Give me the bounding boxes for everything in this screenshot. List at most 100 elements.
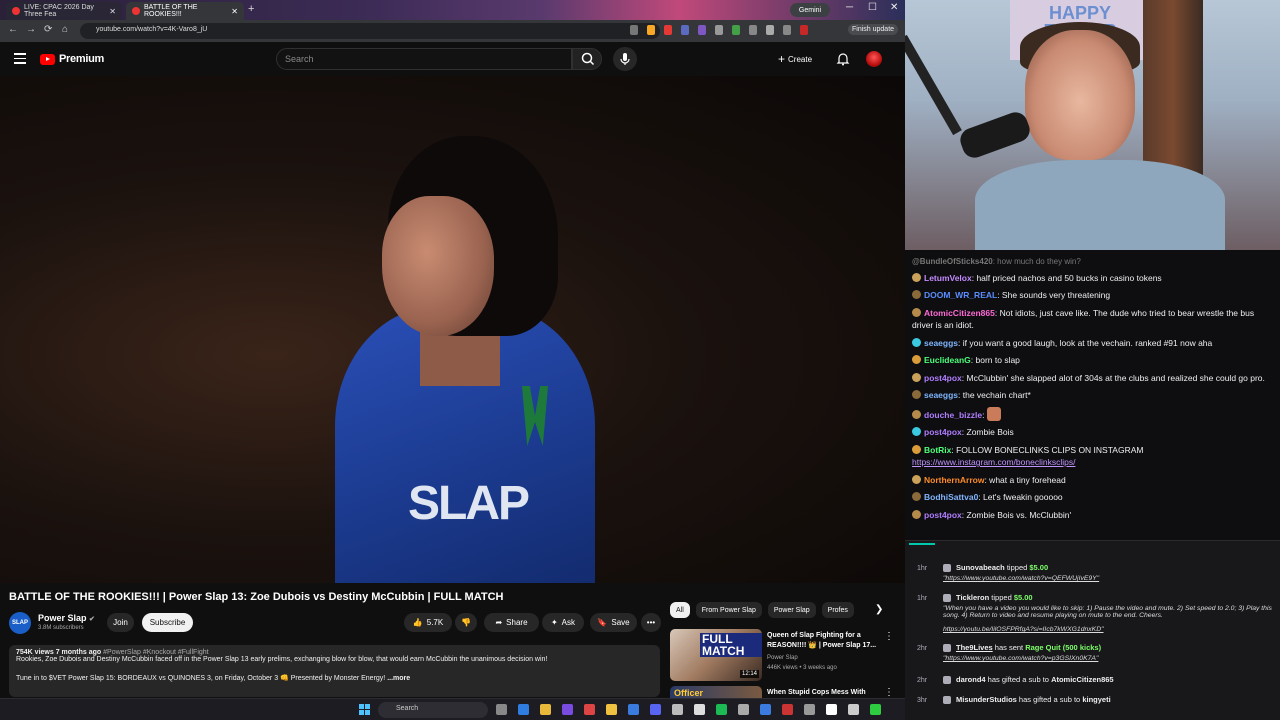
app-icon[interactable] <box>782 704 793 715</box>
create-button[interactable]: + Create <box>778 50 812 68</box>
search-button[interactable] <box>572 48 602 70</box>
browser-tab[interactable]: LIVE: CPAC 2026 Day Three Fea ✕ <box>6 2 122 20</box>
app-icon[interactable] <box>760 704 771 715</box>
chat-username[interactable]: douche_bizzle <box>924 410 982 420</box>
video-player[interactable]: SLAP <box>0 76 905 583</box>
windows-start-icon[interactable] <box>359 704 370 715</box>
chat-username[interactable]: LetumVelox <box>924 273 972 283</box>
close-icon[interactable]: ✕ <box>231 7 238 16</box>
voice-search-button[interactable] <box>613 47 637 71</box>
channel-avatar[interactable]: SLAP <box>9 612 31 634</box>
event-user[interactable]: Tickleron <box>956 593 989 602</box>
chat-username[interactable]: DOOM_WR_REAL <box>924 290 997 300</box>
profile-icon[interactable] <box>800 25 808 35</box>
app-icon[interactable] <box>804 704 815 715</box>
chat-username[interactable]: AtomicCitizen865 <box>924 308 995 318</box>
steam-icon[interactable] <box>628 704 639 715</box>
show-more-link[interactable]: ...more <box>387 675 410 682</box>
event-user[interactable]: MisunderStudios <box>956 695 1017 704</box>
notifications-bell-icon[interactable] <box>836 52 850 71</box>
share-button[interactable]: ➦ Share <box>484 613 539 632</box>
app-icon[interactable] <box>672 704 683 715</box>
app-icon[interactable] <box>870 704 881 715</box>
chat-username[interactable]: BodhiSattva0 <box>924 492 978 502</box>
close-window-button[interactable]: ✕ <box>890 2 898 13</box>
extension-icon[interactable] <box>749 25 757 35</box>
event-user[interactable]: The9Lives <box>956 643 993 652</box>
forward-button[interactable]: → <box>26 24 36 35</box>
reload-button[interactable]: ⟳ <box>44 24 52 35</box>
chat-username[interactable]: post4pox <box>924 373 962 383</box>
chip-power-slap[interactable]: Power Slap <box>767 602 816 618</box>
extension-icon[interactable] <box>732 25 740 35</box>
account-avatar[interactable] <box>866 51 882 67</box>
url-input[interactable]: youtube.com/watch?v=4K-Varo8_jU <box>80 23 660 39</box>
chip-all[interactable]: All <box>670 602 690 618</box>
app-icon[interactable] <box>848 704 859 715</box>
extension-icon[interactable] <box>681 25 689 35</box>
chip-from-power-slap[interactable]: From Power Slap <box>695 602 762 618</box>
chat-username[interactable]: NorthernArrow <box>924 475 984 485</box>
chat-username[interactable]: seaeggs <box>924 338 958 348</box>
chip-professional[interactable]: Profes <box>821 602 854 618</box>
finish-update-button[interactable]: Finish update <box>848 24 899 35</box>
extension-icon[interactable] <box>715 25 723 35</box>
app-icon[interactable] <box>584 704 595 715</box>
menu-icon[interactable] <box>14 53 26 67</box>
back-button[interactable]: ← <box>8 24 18 35</box>
new-tab-button[interactable]: + <box>248 3 254 15</box>
gemini-button[interactable]: Gemini <box>790 3 830 17</box>
app-icon[interactable] <box>738 704 749 715</box>
extension-icon[interactable] <box>698 25 706 35</box>
chat-username[interactable]: BotRix <box>924 445 951 455</box>
minimize-button[interactable]: ─ <box>846 2 853 13</box>
subscribe-button[interactable]: Subscribe <box>142 613 193 632</box>
hashtags[interactable]: #PowerSlap #Knockout #FullFight <box>103 649 208 656</box>
search-input[interactable]: Search <box>276 48 572 70</box>
channel-name[interactable]: Power Slap ✔ <box>38 613 95 623</box>
ask-button[interactable]: ✦ Ask <box>542 613 584 632</box>
chat-username[interactable]: post4pox <box>924 510 962 520</box>
edge-icon[interactable] <box>518 704 529 715</box>
kebab-menu-icon[interactable]: ⋮ <box>884 687 894 698</box>
event-user[interactable]: darond4 <box>956 675 986 684</box>
recommendation-thumbnail[interactable]: FULL MATCH 12:14 <box>670 629 762 681</box>
chrome-icon[interactable] <box>540 704 551 715</box>
spotify-icon[interactable] <box>716 704 727 715</box>
extension-icon[interactable] <box>766 25 774 35</box>
maximize-button[interactable]: ☐ <box>868 2 877 13</box>
description-box[interactable]: 754K views 7 months ago #PowerSlap #Knoc… <box>9 645 660 697</box>
recommendation-title[interactable]: Queen of Slap Fighting for a REASON!!!! … <box>767 631 883 651</box>
dislike-button[interactable]: 👎 <box>455 613 477 632</box>
discord-icon[interactable] <box>650 704 661 715</box>
app-icon[interactable] <box>562 704 573 715</box>
extension-icon[interactable] <box>783 25 791 35</box>
taskbar-search-input[interactable]: Search <box>378 702 488 718</box>
recommendation-title[interactable]: When Stupid Cops Mess With <box>767 688 883 698</box>
event-link[interactable]: https://youtu.be/IilOSFPRfgA?si=IIcb7kWX… <box>943 626 1104 633</box>
youtube-logo[interactable]: Premium <box>40 53 104 65</box>
join-button[interactable]: Join <box>107 613 134 632</box>
extension-icon[interactable] <box>630 25 638 35</box>
extension-icon[interactable] <box>647 25 655 35</box>
close-icon[interactable]: ✕ <box>109 7 116 16</box>
chat-username[interactable]: post4pox <box>924 427 962 437</box>
browser-tab-active[interactable]: BATTLE OF THE ROOKIES!!! ✕ <box>126 2 244 20</box>
kebab-menu-icon[interactable]: ⋮ <box>884 631 894 642</box>
more-actions-button[interactable]: ••• <box>641 613 661 632</box>
chat-link[interactable]: https://www.instagram.com/boneclinksclip… <box>912 457 1075 467</box>
task-view-icon[interactable] <box>496 704 507 715</box>
chat-username[interactable]: @BundleOfSticks420 <box>912 257 993 266</box>
chat-username[interactable]: EuclideanG <box>924 355 971 365</box>
file-explorer-icon[interactable] <box>606 704 617 715</box>
home-button[interactable]: ⌂ <box>62 24 68 35</box>
event-user[interactable]: Sunovabeach <box>956 563 1005 572</box>
app-icon[interactable] <box>826 704 837 715</box>
chevron-right-icon[interactable]: ❯ <box>875 604 883 615</box>
app-icon[interactable] <box>694 704 705 715</box>
recommendation-channel[interactable]: Power Slap <box>767 655 798 661</box>
chat-username[interactable]: seaeggs <box>924 390 958 400</box>
like-button[interactable]: 👍 5.7K <box>404 613 452 632</box>
extension-icon[interactable] <box>664 25 672 35</box>
save-button[interactable]: 🔖 Save <box>590 613 637 632</box>
